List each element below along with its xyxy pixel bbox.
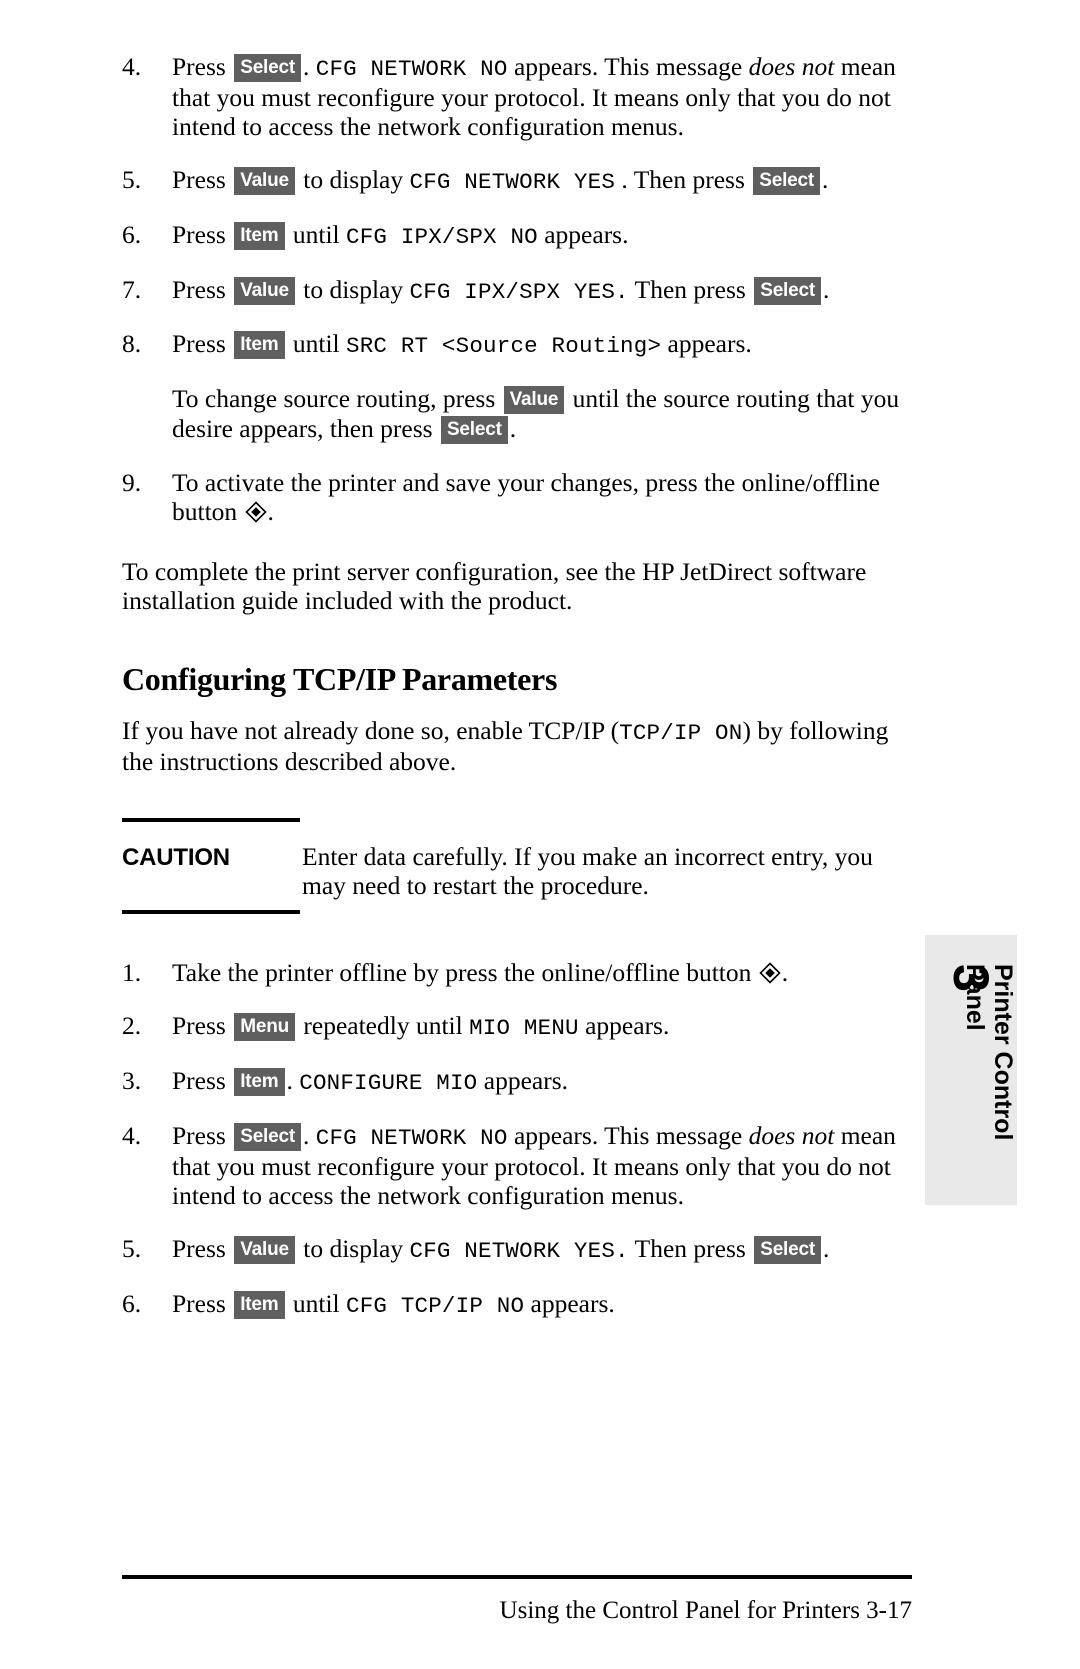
step-number: 4. [122, 1120, 142, 1150]
list-item: 4. Press Select. CFG NETWORK NO appears. … [122, 52, 912, 141]
step-text: Press Item. CONFIGURE MIO appears. [172, 1066, 569, 1097]
step-number: 2. [122, 1011, 142, 1041]
display-message: CONFIGURE MIO [299, 1070, 478, 1097]
step-text: Press Item until SRC RT <Source Routing>… [172, 329, 752, 360]
list-item: 5. Press Value to display CFG NETWORK YES… [122, 165, 912, 196]
chapter-side-tab-inner: 3 Printer Control Panel [925, 935, 1017, 1205]
caution-paragraph: Enter data carefully. If you make an inc… [302, 841, 873, 900]
chapter-side-tab: 3 Printer Control Panel [925, 935, 1017, 1205]
step-text: Press Select. CFG NETWORK NO appears. Th… [172, 1120, 896, 1210]
key-button-value[interactable]: Value [503, 386, 565, 415]
step-text: Press Value to display CFG NETWORK YES .… [172, 165, 829, 196]
step-text: Press Value to display CFG NETWORK YES. … [172, 1234, 830, 1264]
footer-rule [122, 1575, 912, 1579]
caution-text: Enter data carefully. If you make an inc… [300, 830, 912, 900]
list-item: 4. Press Select. CFG NETWORK NO appears. … [122, 1121, 912, 1210]
key-button-value[interactable]: Value [234, 1236, 295, 1264]
list-item: 5. Press Value to display CFG NETWORK YES… [122, 1234, 912, 1265]
key-button-select[interactable]: Select [234, 1122, 301, 1151]
step-number: 5. [122, 1234, 142, 1263]
chapter-title: Printer Control Panel [925, 964, 1017, 1178]
list-item: 6. Press Item until CFG TCP/IP NO appears… [122, 1289, 912, 1320]
display-message: CFG NETWORK NO [315, 56, 508, 82]
step-text: Press Item until CFG TCP/IP NO appears. [172, 1288, 615, 1319]
footer-text: Using the Control Panel for Printers 3-1… [499, 1597, 912, 1624]
key-button-item[interactable]: Item [234, 221, 285, 250]
list-item: 9. To activate the printer and save your … [122, 468, 912, 526]
step-number: 4. [122, 52, 142, 81]
list-item: 3. Press Item. CONFIGURE MIO appears. [122, 1066, 912, 1097]
list-item: 8. Press Item until SRC RT <Source Routin… [122, 329, 912, 445]
caution-block: CAUTION Enter data carefully. If you mak… [122, 817, 912, 915]
chapter-title-line1: Printer Control [989, 964, 1017, 1141]
step-subparagraph: To change source routing, press Value un… [172, 384, 900, 445]
step-number: 6. [122, 219, 142, 249]
key-button-select[interactable]: Select [754, 276, 821, 305]
key-button-item[interactable]: Item [234, 1068, 285, 1097]
step-number: 9. [122, 468, 142, 498]
key-button-value[interactable]: Value [234, 167, 295, 196]
tcpip-intro-paragraph: If you have not already done so, enable … [122, 715, 889, 776]
key-button-value[interactable]: Value [234, 276, 295, 305]
key-button-select[interactable]: Select [440, 416, 508, 445]
display-message: CFG TCP/IP NO [346, 1292, 525, 1319]
display-message: SRC RT <Source Routing> [346, 333, 662, 360]
step-text: To activate the printer and save your ch… [172, 468, 880, 527]
online-offline-icon [244, 501, 267, 523]
key-button-select[interactable]: Select [754, 1236, 821, 1264]
step-number: 5. [122, 165, 142, 195]
closing-paragraph-block: To complete the print server configurati… [122, 557, 912, 615]
key-button-menu[interactable]: Menu [234, 1013, 296, 1042]
display-message: CFG IPX/SPX YES. [409, 278, 629, 305]
step-number: 3. [122, 1066, 142, 1096]
ipx-spx-step-list: 4. Press Select. CFG NETWORK NO appears. … [122, 52, 912, 527]
step-number: 1. [122, 958, 142, 988]
display-message: CFG NETWORK YES [409, 169, 616, 196]
key-button-item[interactable]: Item [234, 331, 285, 360]
display-message: CFG NETWORK YES. [409, 1238, 629, 1264]
emphasis-text: does not [748, 1120, 835, 1150]
section-heading-tcpip: Configuring TCP/IP Parameters [122, 660, 558, 697]
list-item: 7. Press Value to display CFG IPX/SPX YES… [122, 275, 912, 306]
caution-label: CAUTION [122, 843, 230, 871]
list-item: 6. Press Item until CFG IPX/SPX NO appear… [122, 220, 912, 251]
online-offline-icon [759, 962, 781, 984]
step-text: Press Item until CFG IPX/SPX NO appears. [172, 219, 629, 250]
key-button-select[interactable]: Select [234, 54, 301, 82]
page-content: 4. Press Select. CFG NETWORK NO appears. … [122, 52, 912, 1344]
step-text: Press Select. CFG NETWORK NO appears. Th… [172, 52, 896, 141]
document-page: 4. Press Select. CFG NETWORK NO appears. … [0, 0, 1080, 1669]
key-button-item[interactable]: Item [234, 1290, 285, 1319]
closing-paragraph: To complete the print server configurati… [122, 556, 867, 615]
step-number: 6. [122, 1288, 142, 1318]
display-message: TCP/IP ON [619, 719, 743, 746]
caution-rule-bottom [122, 910, 300, 915]
caution-rule-top [122, 817, 300, 822]
step-text: Press Value to display CFG IPX/SPX YES. … [172, 274, 830, 305]
display-message: CFG NETWORK NO [315, 1124, 508, 1151]
step-number: 8. [122, 329, 142, 359]
step-text: Take the printer offline by press the on… [172, 958, 789, 988]
emphasis-text: does not [748, 52, 835, 81]
display-message: CFG IPX/SPX NO [346, 223, 538, 250]
display-message: MIO MENU [469, 1015, 579, 1042]
tcpip-step-list: 1. Take the printer offline by press the … [122, 958, 912, 1319]
step-number: 7. [122, 274, 142, 304]
list-item: 2. Press Menu repeatedly until MIO MENU a… [122, 1011, 912, 1042]
key-button-select[interactable]: Select [753, 167, 821, 196]
list-item: 1. Take the printer offline by press the … [122, 958, 912, 987]
step-text: Press Menu repeatedly until MIO MENU app… [172, 1011, 670, 1042]
chapter-title-line2: Panel [961, 964, 989, 1031]
